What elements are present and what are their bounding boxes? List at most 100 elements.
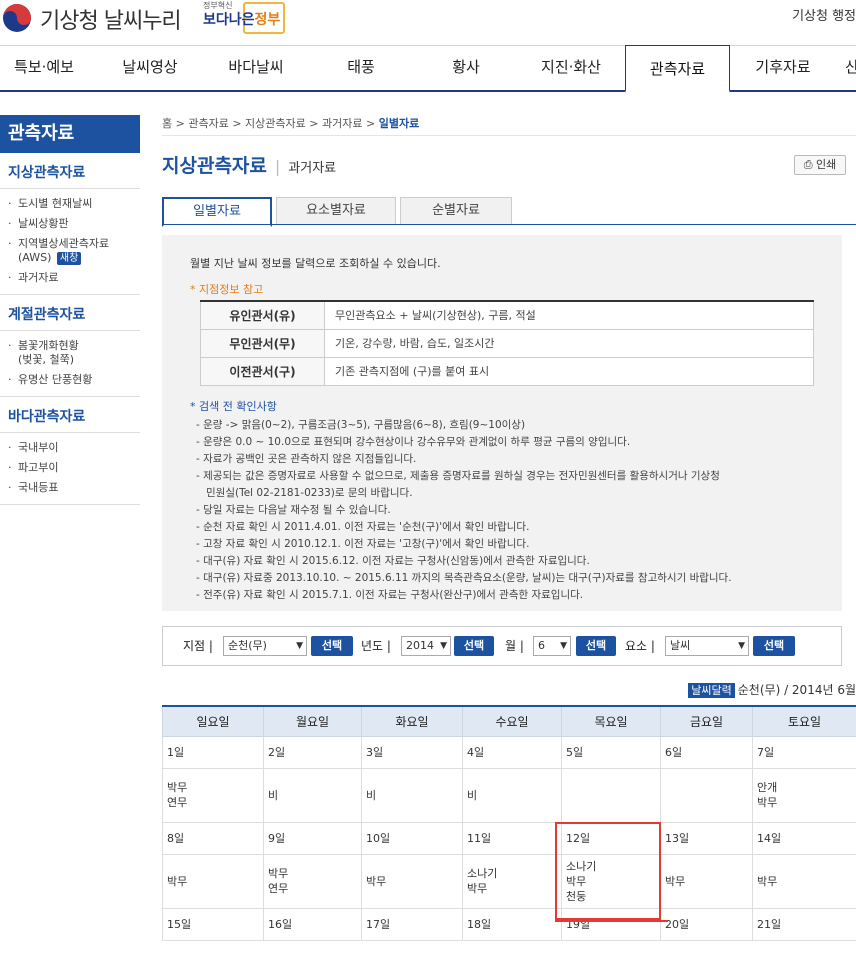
weekday-header: 일요일 bbox=[162, 705, 264, 737]
calendar-weather-row: 박무 연무 비 비 비 안개 박무 bbox=[162, 767, 856, 823]
weather-phenomenon: 박무 bbox=[167, 874, 188, 888]
element-select-button[interactable]: 선택 bbox=[753, 636, 795, 656]
check-item: - 대구(유) 자료 확인 시 2015.6.12. 이전 자료는 구청사(신암… bbox=[196, 554, 590, 567]
weekday-header: 토요일 bbox=[752, 705, 856, 737]
sidebar-cat-marine[interactable]: 바다관측자료 bbox=[0, 397, 140, 433]
year-select[interactable]: 2014 ▼ bbox=[401, 636, 451, 656]
breadcrumb-current: 일별자료 bbox=[378, 117, 420, 130]
calendar-day-number: 16일 bbox=[263, 907, 362, 941]
sidebar-item-autumn-leaves[interactable]: 유명산 단풍현황 bbox=[8, 370, 140, 390]
nav-item-earthquake[interactable]: 지진·화산 bbox=[525, 46, 617, 90]
calendar-day-number: 20일 bbox=[660, 907, 753, 941]
info-intro: 월별 지난 날씨 정보를 달력으로 조회하실 수 있습니다. bbox=[190, 257, 441, 270]
calendar-day-number: 10일 bbox=[361, 821, 463, 855]
month-select-button[interactable]: 선택 bbox=[576, 636, 616, 656]
printer-icon: ⎙ bbox=[803, 158, 813, 171]
element-select[interactable]: 날씨 ▼ bbox=[665, 636, 749, 656]
calendar-date-row: 1일 2일 3일 4일 5일 6일 7일 bbox=[162, 735, 856, 769]
calendar-day-number: 14일 bbox=[752, 821, 856, 855]
nav-item-weather-video[interactable]: 날씨영상 bbox=[100, 46, 200, 90]
weather-phenomenon: 소나기 bbox=[566, 859, 597, 873]
breadcrumb-ground[interactable]: 지상관측자료 bbox=[245, 117, 306, 130]
nav-item-typhoon[interactable]: 태풍 bbox=[316, 46, 406, 90]
month-select[interactable]: 6 ▼ bbox=[533, 636, 571, 656]
sidebar-item-weather-board[interactable]: 날씨상황판 bbox=[8, 214, 140, 234]
calendar-weather-cell: 박무연무 bbox=[263, 853, 362, 909]
sidebar-cat-seasonal[interactable]: 계절관측자료 bbox=[0, 295, 140, 331]
month-label: 월 | bbox=[505, 639, 524, 653]
calendar-day-number: 18일 bbox=[462, 907, 562, 941]
sidebar-item-past-data[interactable]: 과거자료 bbox=[8, 268, 140, 288]
chevron-down-icon: ▼ bbox=[440, 641, 447, 651]
sidebar-item-buoy[interactable]: 국내부이 bbox=[8, 438, 140, 458]
nav-item-marine[interactable]: 바다날씨 bbox=[210, 46, 302, 90]
month-select-value: 6 bbox=[538, 639, 545, 652]
station-desc: 무인관측요소 + 날씨(기상현상), 구름, 적설 bbox=[324, 300, 814, 330]
sidebar-item-wave-buoy[interactable]: 파고부이 bbox=[8, 458, 140, 478]
weather-phenomenon: 박무 bbox=[366, 874, 387, 888]
check-title: * 검색 전 확인사항 bbox=[190, 399, 277, 413]
calendar-weather-cell: 박무 bbox=[660, 853, 753, 909]
header-right-link[interactable]: 기상청 행정 bbox=[792, 5, 856, 24]
tab-daily[interactable]: 일별자료 bbox=[162, 197, 272, 227]
check-item: - 당일 자료는 다음날 재수정 될 수 있습니다. bbox=[196, 503, 391, 516]
sidebar-cat-ground[interactable]: 지상관측자료 bbox=[0, 153, 140, 189]
taegeuk-logo-icon[interactable] bbox=[2, 3, 32, 33]
station-select[interactable]: 순천(무) ▼ bbox=[223, 636, 307, 656]
info-box: 월별 지난 날씨 정보를 달력으로 조회하실 수 있습니다. * 지점정보 참고… bbox=[162, 235, 842, 611]
calendar-day-number: 1일 bbox=[162, 735, 264, 769]
station-type: 유인관서(유) bbox=[200, 300, 325, 330]
sidebar-list-seasonal: 봄꽃개화현황 (벚꽃, 철쭉) 유명산 단풍현황 bbox=[0, 331, 140, 397]
calendar-date-row: 15일 16일 17일 18일 19일 20일 21일 bbox=[162, 907, 856, 941]
calendar-day-number: 12일 bbox=[561, 821, 661, 855]
title-separator: | bbox=[274, 157, 281, 176]
table-row: 유인관서(유) 무인관측요소 + 날씨(기상현상), 구름, 적설 bbox=[200, 300, 814, 330]
nav-item-warnings[interactable]: 특보·예보 bbox=[0, 46, 88, 90]
sidebar-item-spring-flowers[interactable]: 봄꽃개화현황 (벚꽃, 철쭉) bbox=[8, 336, 140, 370]
calendar-weather-cell: 비 bbox=[263, 767, 362, 823]
element-select-value: 날씨 bbox=[670, 639, 691, 652]
calendar-day-number: 3일 bbox=[361, 735, 463, 769]
year-select-button[interactable]: 선택 bbox=[454, 636, 494, 656]
calendar-weather-cell: 비 bbox=[361, 767, 463, 823]
badge-main-a: 보다나은 bbox=[203, 12, 255, 28]
sidebar-item-lighthouse[interactable]: 국내등표 bbox=[8, 478, 140, 498]
sidebar-item-aws[interactable]: 지역별상세관측자료 (AWS) 새창 bbox=[8, 234, 140, 268]
site-logo-text[interactable]: 기상청 날씨누리 bbox=[40, 3, 182, 35]
weekday-header: 수요일 bbox=[462, 705, 562, 737]
nav-item-yellow-dust[interactable]: 황사 bbox=[420, 46, 512, 90]
nav-item-observation[interactable]: 관측자료 bbox=[625, 45, 730, 93]
station-note-title: * 지점정보 참고 bbox=[190, 283, 264, 296]
breadcrumb-observation[interactable]: 관측자료 bbox=[188, 117, 228, 130]
calendar-day-number: 17일 bbox=[361, 907, 463, 941]
tab-element[interactable]: 요소별자료 bbox=[276, 197, 396, 225]
calendar-caption: 날씨달력 순천(무) / 2014년 6월 bbox=[688, 681, 856, 698]
breadcrumb-home[interactable]: 홈 bbox=[162, 117, 172, 130]
nav-item-more[interactable]: 산 bbox=[842, 46, 856, 90]
breadcrumb-past[interactable]: 과거자료 bbox=[322, 117, 362, 130]
weather-phenomenon: 연무 bbox=[268, 882, 289, 895]
calendar-tag: 날씨달력 bbox=[688, 683, 735, 698]
calendar-day-number: 8일 bbox=[162, 821, 264, 855]
weather-phenomenon: 비 bbox=[268, 788, 279, 802]
station-select-button[interactable]: 선택 bbox=[311, 636, 353, 656]
weather-phenomenon: 비 bbox=[467, 788, 478, 802]
tab-period[interactable]: 순별자료 bbox=[400, 197, 512, 225]
calendar-weather-cell bbox=[660, 767, 753, 823]
year-select-value: 2014 bbox=[406, 639, 434, 652]
weather-phenomenon: 박무 bbox=[268, 867, 289, 880]
nav-item-climate[interactable]: 기후자료 bbox=[738, 46, 828, 90]
weather-phenomenon: 박무 bbox=[665, 874, 686, 888]
page-title-main: 지상관측자료 bbox=[162, 155, 267, 177]
calendar-day-number: 15일 bbox=[162, 907, 264, 941]
aws-label: 지역별상세관측자료 bbox=[18, 237, 110, 250]
weekday-header: 월요일 bbox=[263, 705, 362, 737]
sidebar: 관측자료 지상관측자료 도시별 현재날씨 날씨상황판 지역별상세관측자료 (AW… bbox=[0, 115, 140, 505]
sidebar-item-city-weather[interactable]: 도시별 현재날씨 bbox=[8, 194, 140, 214]
table-row: 무인관서(무) 기온, 강수량, 바람, 습도, 일조시간 bbox=[200, 328, 814, 358]
aws-sub: (AWS) bbox=[18, 251, 52, 264]
print-button[interactable]: ⎙ 인쇄 bbox=[794, 155, 846, 175]
gov-innovation-badge: 정부혁신 보다나은정부 bbox=[203, 0, 285, 34]
flowers-label: 봄꽃개화현황 bbox=[18, 339, 79, 352]
calendar-weather-cell bbox=[561, 767, 661, 823]
